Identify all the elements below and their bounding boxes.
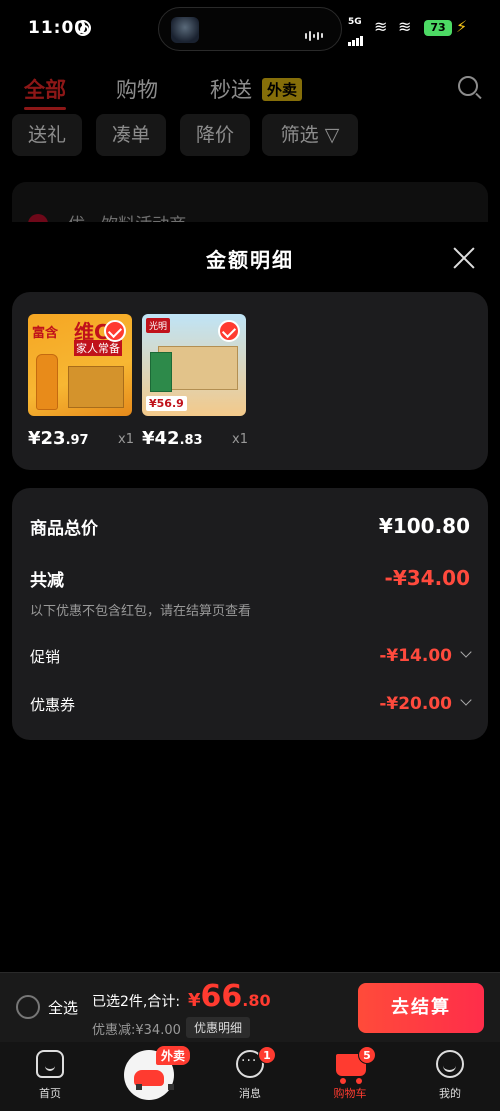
select-all-radio[interactable] <box>16 995 40 1019</box>
product-image: 富含 维C 家人常备 <box>28 314 132 416</box>
product-qty: x1 <box>232 432 248 447</box>
box-graphic <box>68 366 124 408</box>
cart-top-tabs: 全部 购物 秒送 外卖 <box>0 70 500 110</box>
chevron-down-icon[interactable] <box>460 646 472 658</box>
nav-home[interactable]: 首页 <box>0 1042 100 1111</box>
checkout-button[interactable]: 去结算 <box>358 983 484 1033</box>
checkout-bar: 全选 已选2件,合计: ¥66.80 优惠减:¥34.00 优惠明细 去结算 <box>0 972 500 1042</box>
price-tag: ¥56.9 <box>146 396 187 411</box>
discount-note: 以下优惠不包含红包，请在结算页查看 <box>30 604 252 619</box>
price-summary: 商品总价 ¥100.80 共减 -¥34.00 以下优惠不包含红包，请在结算页查… <box>12 488 488 740</box>
netease-music-icon <box>75 20 91 36</box>
network-type: 5G <box>348 17 362 27</box>
system-indicators: 5G ≋ ≋ 73 ⚡ <box>340 17 500 46</box>
product-promo-text: 富含 <box>32 326 59 341</box>
charging-icon: ⚡ <box>456 17 468 36</box>
filter-price-drop[interactable]: 降价 <box>180 114 250 156</box>
battery-level: 73 <box>424 20 452 36</box>
nav-cart[interactable]: 5 购物车 <box>300 1042 400 1111</box>
promo-value: -¥14.00 <box>379 646 452 666</box>
sheet-title: 金额明细 <box>206 248 294 272</box>
waimai-tag: 外卖 <box>156 1046 191 1065</box>
tab-instant-delivery[interactable]: 秒送 <box>210 74 252 104</box>
profile-icon <box>436 1050 464 1078</box>
tab-shopping[interactable]: 购物 <box>116 74 158 104</box>
home-icon <box>36 1050 64 1078</box>
wifi-icon: ≋ <box>374 17 388 36</box>
bottle-graphic <box>36 354 58 410</box>
goods-total-value: ¥100.80 <box>378 514 470 538</box>
coupon-label: 优惠券 <box>30 696 76 714</box>
waimai-badge: 外卖 <box>262 78 303 101</box>
product-image: 光明 ¥56.9 <box>142 314 246 416</box>
nav-messages[interactable]: 1 消息 <box>200 1042 300 1111</box>
bottom-nav: 首页 外卖 1 消息 5 购物车 我的 <box>0 1042 500 1111</box>
amount-detail-sheet: 金额明细 富含 维C 家人常备 ¥23.97 x1 光明 ¥56.9 ¥42.8… <box>0 222 500 972</box>
discount-detail-button[interactable]: 优惠明细 <box>186 1017 251 1038</box>
filter-button[interactable]: 筛选 ▽ <box>262 114 358 156</box>
product-price: ¥23.97 <box>28 428 89 449</box>
dynamic-island[interactable] <box>158 7 342 51</box>
selected-count: 已选2件,合计: <box>92 994 181 1010</box>
selected-check-icon <box>104 320 126 342</box>
product-item[interactable]: 光明 ¥56.9 ¥42.83 x1 <box>142 314 248 449</box>
wifi-icon-secondary: ≋ <box>398 17 412 36</box>
filter-chips: 送礼 凑单 降价 筛选 ▽ <box>0 114 500 160</box>
nav-label: 消息 <box>239 1087 261 1100</box>
total-reduce-value: -¥34.00 <box>384 566 470 590</box>
discount-amount: 优惠减:¥34.00 <box>92 1023 181 1038</box>
nav-me[interactable]: 我的 <box>400 1042 500 1111</box>
total-reduce-label: 共减 <box>30 571 64 591</box>
status-bar: 11:00 5G ≋ ≋ 73 ⚡ <box>0 0 500 58</box>
now-playing-thumbnail <box>171 17 199 43</box>
cart-badge: 5 <box>358 1046 376 1064</box>
chevron-down-icon[interactable] <box>460 694 472 706</box>
brand-logo: 光明 <box>146 318 171 333</box>
nav-label: 首页 <box>39 1087 61 1100</box>
product-promo-sub: 家人常备 <box>74 340 122 356</box>
nav-label: 购物车 <box>333 1087 367 1100</box>
search-icon[interactable] <box>458 76 478 96</box>
select-all-label[interactable]: 全选 <box>48 997 78 1018</box>
total-amount: ¥66.80 <box>188 979 271 1014</box>
nav-waimai[interactable]: 外卖 <box>100 1042 200 1111</box>
message-badge: 1 <box>258 1046 276 1064</box>
product-item[interactable]: 富含 维C 家人常备 ¥23.97 x1 <box>28 314 134 449</box>
selected-products: 富含 维C 家人常备 ¥23.97 x1 光明 ¥56.9 ¥42.83 x1 <box>12 292 488 470</box>
milk-carton-graphic <box>150 352 172 392</box>
filter-bundle[interactable]: 凑单 <box>96 114 166 156</box>
signal-icon <box>348 27 364 46</box>
product-qty: x1 <box>118 432 134 447</box>
nav-label: 我的 <box>439 1087 461 1100</box>
goods-total-label: 商品总价 <box>30 519 98 539</box>
filter-gift[interactable]: 送礼 <box>12 114 82 156</box>
product-price: ¥42.83 <box>142 428 203 449</box>
selected-check-icon <box>218 320 240 342</box>
coupon-value: -¥20.00 <box>379 694 452 714</box>
promo-label: 促销 <box>30 648 61 666</box>
tab-all[interactable]: 全部 <box>24 74 66 110</box>
close-icon[interactable] <box>452 246 476 270</box>
audio-wave-icon <box>305 25 331 41</box>
